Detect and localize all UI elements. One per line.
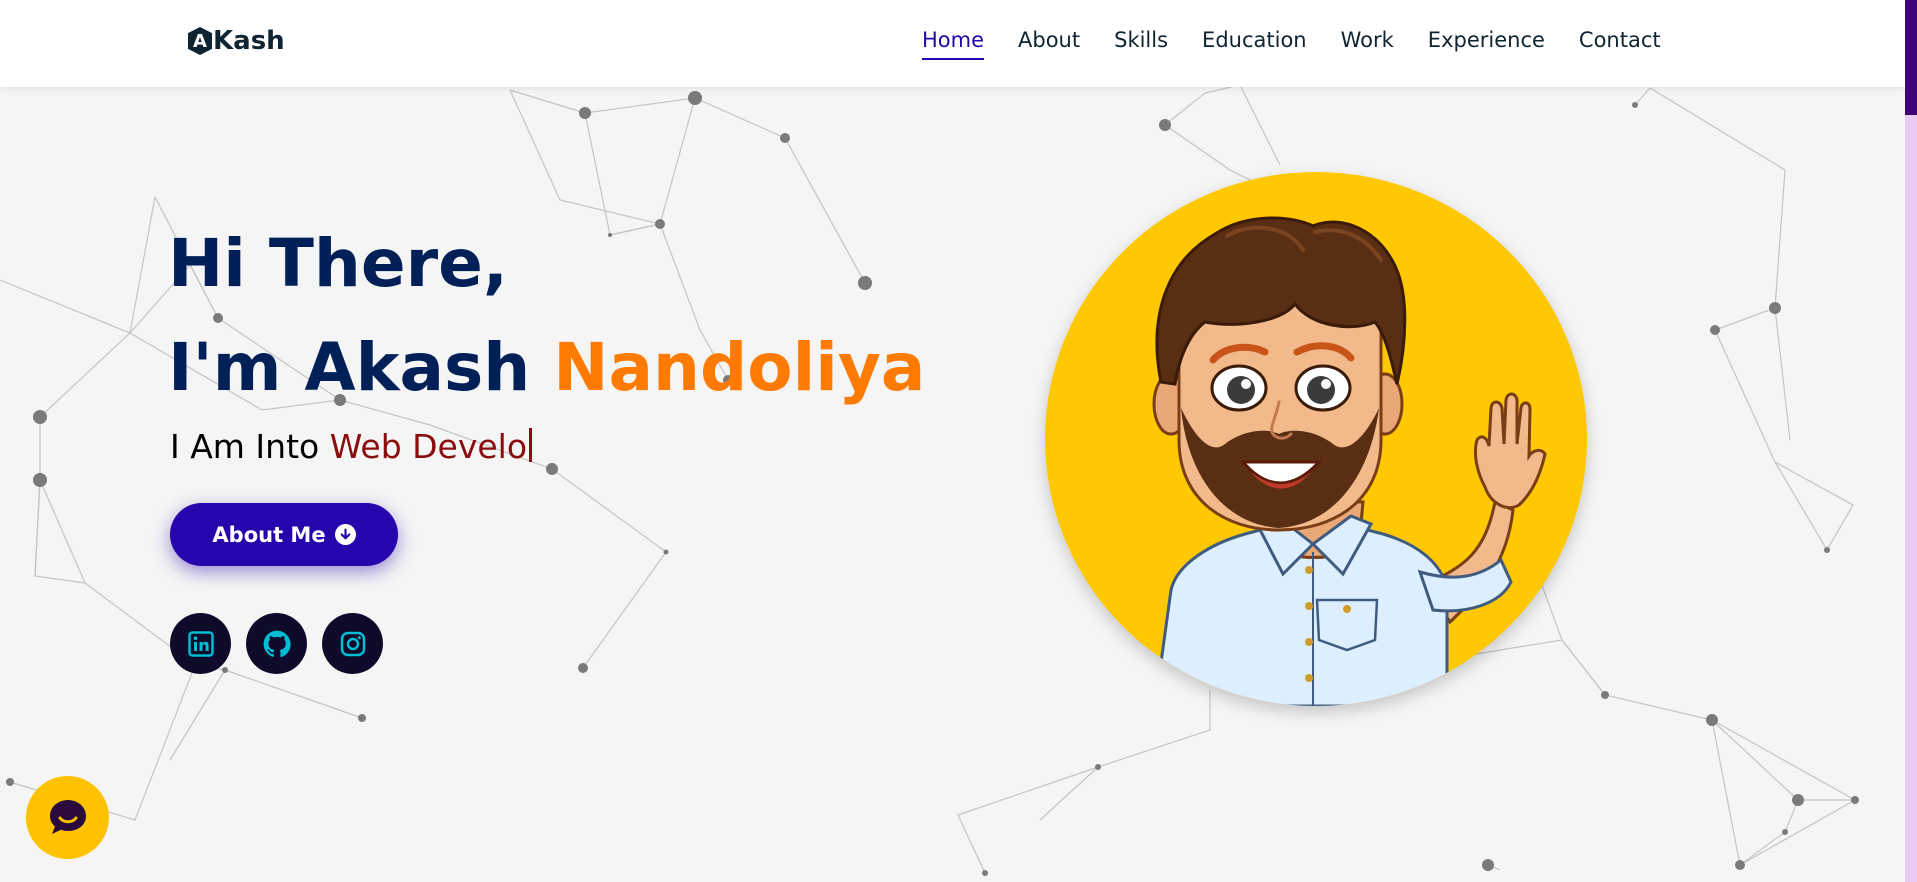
nav-item-work[interactable]: Work: [1341, 28, 1394, 60]
nav-item-about[interactable]: About: [1018, 28, 1080, 60]
avatar-image: [1045, 172, 1587, 706]
nav-item-home[interactable]: Home: [922, 28, 985, 60]
page-scrollbar[interactable]: [1905, 0, 1917, 882]
logo-text: Kash: [213, 26, 285, 56]
scrollbar-thumb[interactable]: [1905, 0, 1917, 115]
site-logo[interactable]: A Kash: [188, 26, 285, 56]
main-nav: Home About Skills Education Work Experie…: [922, 28, 1661, 60]
nav-item-contact[interactable]: Contact: [1579, 28, 1661, 60]
hero-heading: Hi There, I'm Akash Nandoliya: [168, 212, 925, 420]
hero-intro: I'm Akash: [168, 329, 554, 406]
about-me-label: About Me: [212, 522, 326, 547]
nav-item-education[interactable]: Education: [1202, 28, 1307, 60]
chat-icon: [49, 799, 86, 834]
hero-subtitle: I Am Into Web Develo: [170, 427, 533, 466]
hero-name-accent: Nandoliya: [553, 329, 926, 406]
hero-greeting: Hi There,: [168, 225, 508, 302]
linkedin-link[interactable]: [170, 613, 231, 674]
nav-item-experience[interactable]: Experience: [1428, 28, 1545, 60]
instagram-icon: [340, 631, 365, 656]
social-links: [170, 613, 398, 674]
typing-cursor: [529, 428, 533, 462]
nav-item-skills[interactable]: Skills: [1114, 28, 1168, 60]
chat-widget-button[interactable]: [26, 776, 109, 859]
github-link[interactable]: [246, 613, 307, 674]
site-header: A Kash Home About Skills Education Work …: [0, 0, 1905, 87]
logo-badge-icon: A: [188, 27, 212, 55]
instagram-link[interactable]: [322, 613, 383, 674]
about-me-button[interactable]: About Me: [170, 503, 398, 566]
arrow-down-circle-icon: [334, 524, 356, 545]
hero-sub-prefix: I Am Into: [170, 427, 330, 466]
github-icon: [263, 630, 291, 657]
linkedin-icon: [187, 630, 214, 657]
typed-text: Web Develo: [329, 427, 528, 466]
